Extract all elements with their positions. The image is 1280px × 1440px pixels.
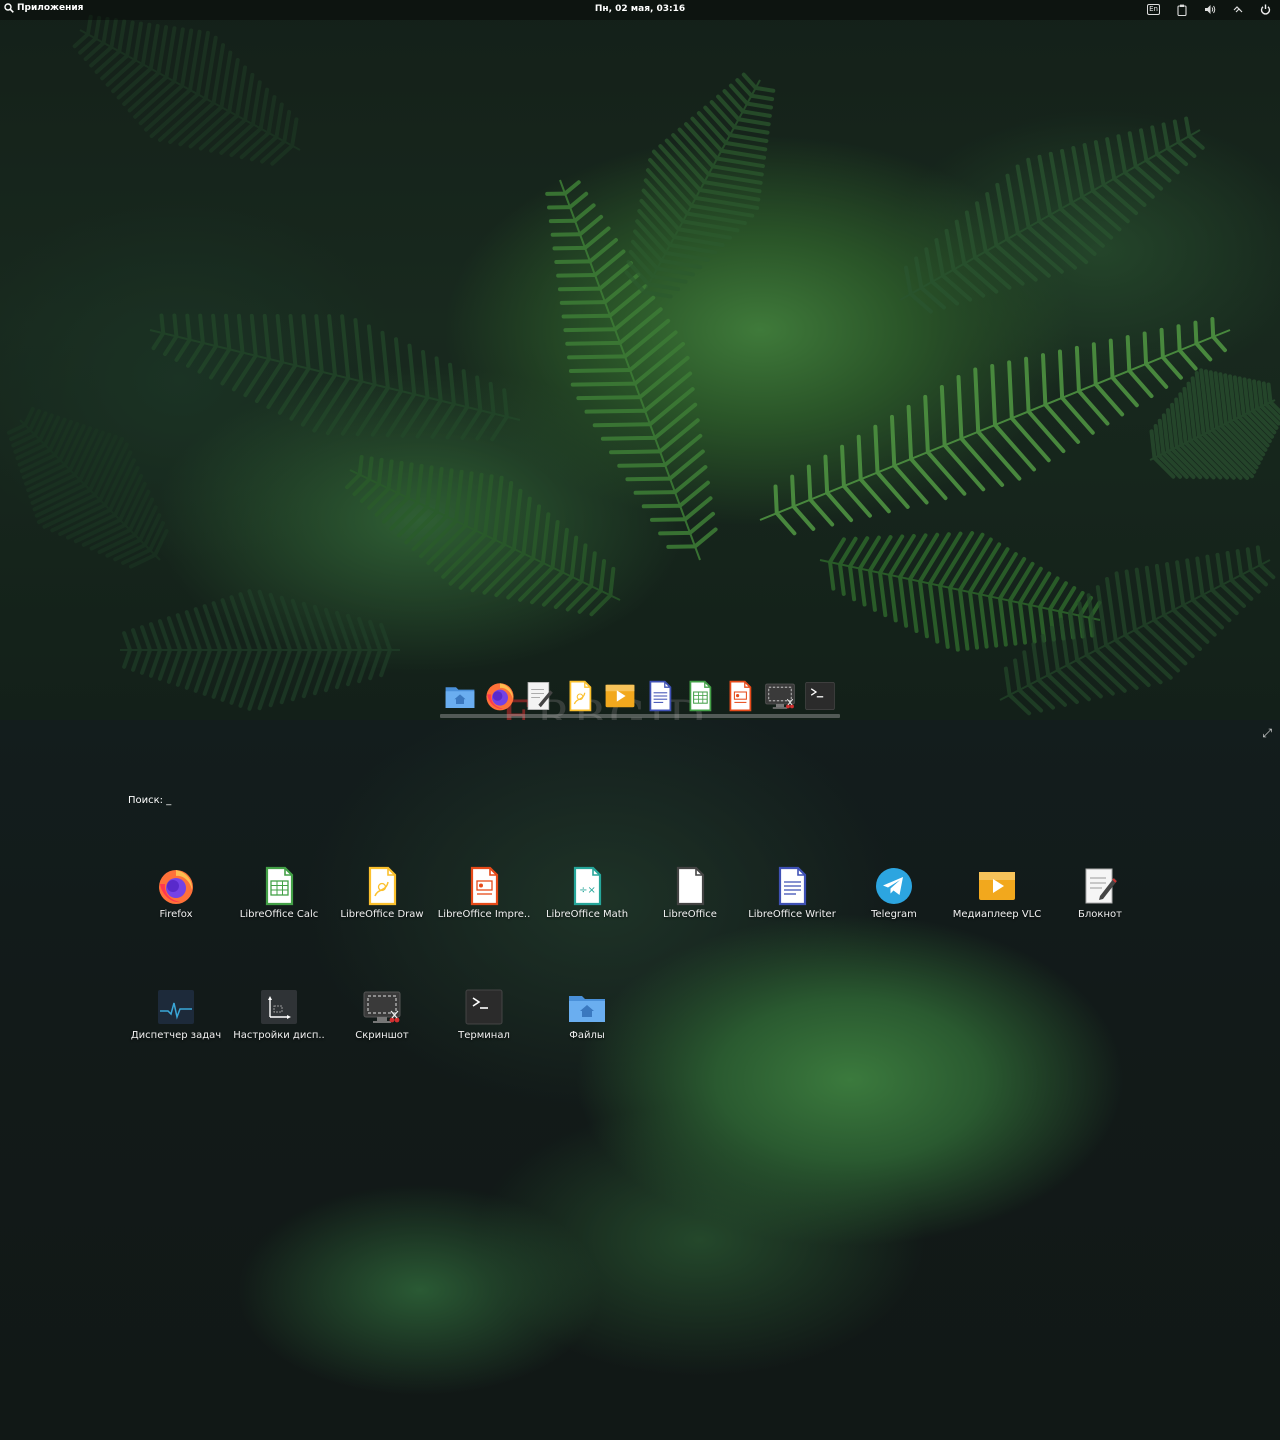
task-manager-icon [156, 987, 196, 1027]
media-player-icon [604, 680, 636, 716]
app-tile[interactable]: Telegram [844, 866, 944, 946]
app-tile-label: LibreOffice Calc [239, 909, 319, 920]
firefox-icon [484, 680, 516, 716]
calc-icon [259, 866, 299, 906]
folder-home-icon [444, 680, 476, 716]
app-tile-label: Скриншот [355, 1030, 409, 1041]
search-field[interactable]: Поиск: _ [128, 795, 171, 806]
system-tray: En [1147, 3, 1272, 16]
app-tile[interactable]: LibreOffice Calc [229, 866, 329, 946]
writer-icon [644, 680, 676, 716]
app-tile[interactable]: Блокнот [1050, 866, 1150, 946]
draw-icon [564, 680, 596, 716]
app-tile-label: Терминал [458, 1030, 510, 1041]
keyboard-layout-label: En [1147, 4, 1160, 15]
app-tile[interactable]: Медиаплеер VLC [947, 866, 1047, 946]
dock-item-vlc[interactable] [604, 680, 636, 712]
app-tile[interactable]: Скриншот [332, 987, 432, 1067]
math-icon: ÷× [567, 866, 607, 906]
dock-item-libreoffice-draw[interactable] [564, 680, 596, 712]
app-tile-label: Медиаплеер VLC [952, 909, 1042, 920]
clipboard-icon[interactable] [1175, 3, 1188, 16]
top-panel: Приложения Пн, 02 мая, 03:16 En [0, 0, 1280, 20]
terminal-icon [804, 680, 836, 716]
display-settings-icon [259, 987, 299, 1027]
app-tile[interactable]: LibreOffice [640, 866, 740, 946]
app-tile-label: Файлы [569, 1030, 605, 1041]
dock-bar [440, 714, 840, 718]
text-editor-icon [524, 680, 556, 716]
notepad-icon [1080, 866, 1120, 906]
dock-item-libreoffice-writer[interactable] [644, 680, 676, 712]
network-icon[interactable] [1231, 3, 1244, 16]
folder-home-icon [567, 987, 607, 1027]
app-tile-label: Firefox [159, 909, 193, 920]
svg-text:÷×: ÷× [579, 885, 596, 896]
app-tile[interactable]: LibreOffice Writer [742, 866, 842, 946]
keyboard-layout-icon[interactable]: En [1147, 3, 1160, 16]
app-tile[interactable]: ÷× LibreOffice Math [537, 866, 637, 946]
impress-icon [464, 866, 504, 906]
dock-item-screenshot[interactable] [764, 680, 796, 712]
screenshot-icon [764, 680, 796, 716]
libreoffice-icon [670, 866, 710, 906]
screenshot-icon [362, 987, 402, 1027]
app-tile-label: LibreOffice [663, 909, 717, 920]
power-icon[interactable] [1259, 3, 1272, 16]
app-overview-screenshot: ⤢ Поиск: _ Firefox LibreOffice Calc LibreO… [0, 720, 1280, 1440]
app-tile-label: Блокнот [1078, 909, 1122, 920]
app-tile-label: LibreOffice Math [545, 909, 629, 920]
app-tile[interactable]: Firefox [126, 866, 226, 946]
desktop-screenshot: Приложения Пн, 02 мая, 03:16 En ERBGID [0, 0, 1280, 720]
media-player-icon [977, 866, 1017, 906]
dock-item-files[interactable] [444, 680, 476, 712]
app-tile[interactable]: LibreOffice Impre.. [434, 866, 534, 946]
clock[interactable]: Пн, 02 мая, 03:16 [0, 4, 1280, 14]
app-tile-label: LibreOffice Writer [748, 909, 836, 920]
calc-icon [684, 680, 716, 716]
app-tile-label: Настройки дисп.. [233, 1030, 325, 1041]
app-tile[interactable]: Диспетчер задач [126, 987, 226, 1067]
draw-icon [362, 866, 402, 906]
app-tile[interactable]: Терминал [434, 987, 534, 1067]
dock-item-text-editor[interactable] [524, 680, 556, 712]
firefox-icon [156, 866, 196, 906]
dock [440, 677, 840, 715]
fern-wallpaper [6, 14, 1280, 716]
fullscreen-icon[interactable]: ⤢ [1262, 726, 1272, 741]
writer-icon [772, 866, 812, 906]
terminal-icon [464, 987, 504, 1027]
dock-item-firefox[interactable] [484, 680, 516, 712]
app-tile[interactable]: LibreOffice Draw [332, 866, 432, 946]
dock-item-libreoffice-calc[interactable] [684, 680, 716, 712]
telegram-icon [874, 866, 914, 906]
app-tile-label: Telegram [871, 909, 917, 920]
app-tile-label: LibreOffice Impre.. [437, 909, 531, 920]
dock-item-terminal[interactable] [804, 680, 836, 712]
app-tile-label: LibreOffice Draw [340, 909, 424, 920]
app-tile-label: Диспетчер задач [130, 1030, 222, 1041]
dock-item-libreoffice-impress[interactable] [724, 680, 756, 712]
app-tile[interactable]: Настройки дисп.. [229, 987, 329, 1067]
impress-icon [724, 680, 756, 716]
volume-icon[interactable] [1203, 3, 1216, 16]
app-tile[interactable]: Файлы [537, 987, 637, 1067]
